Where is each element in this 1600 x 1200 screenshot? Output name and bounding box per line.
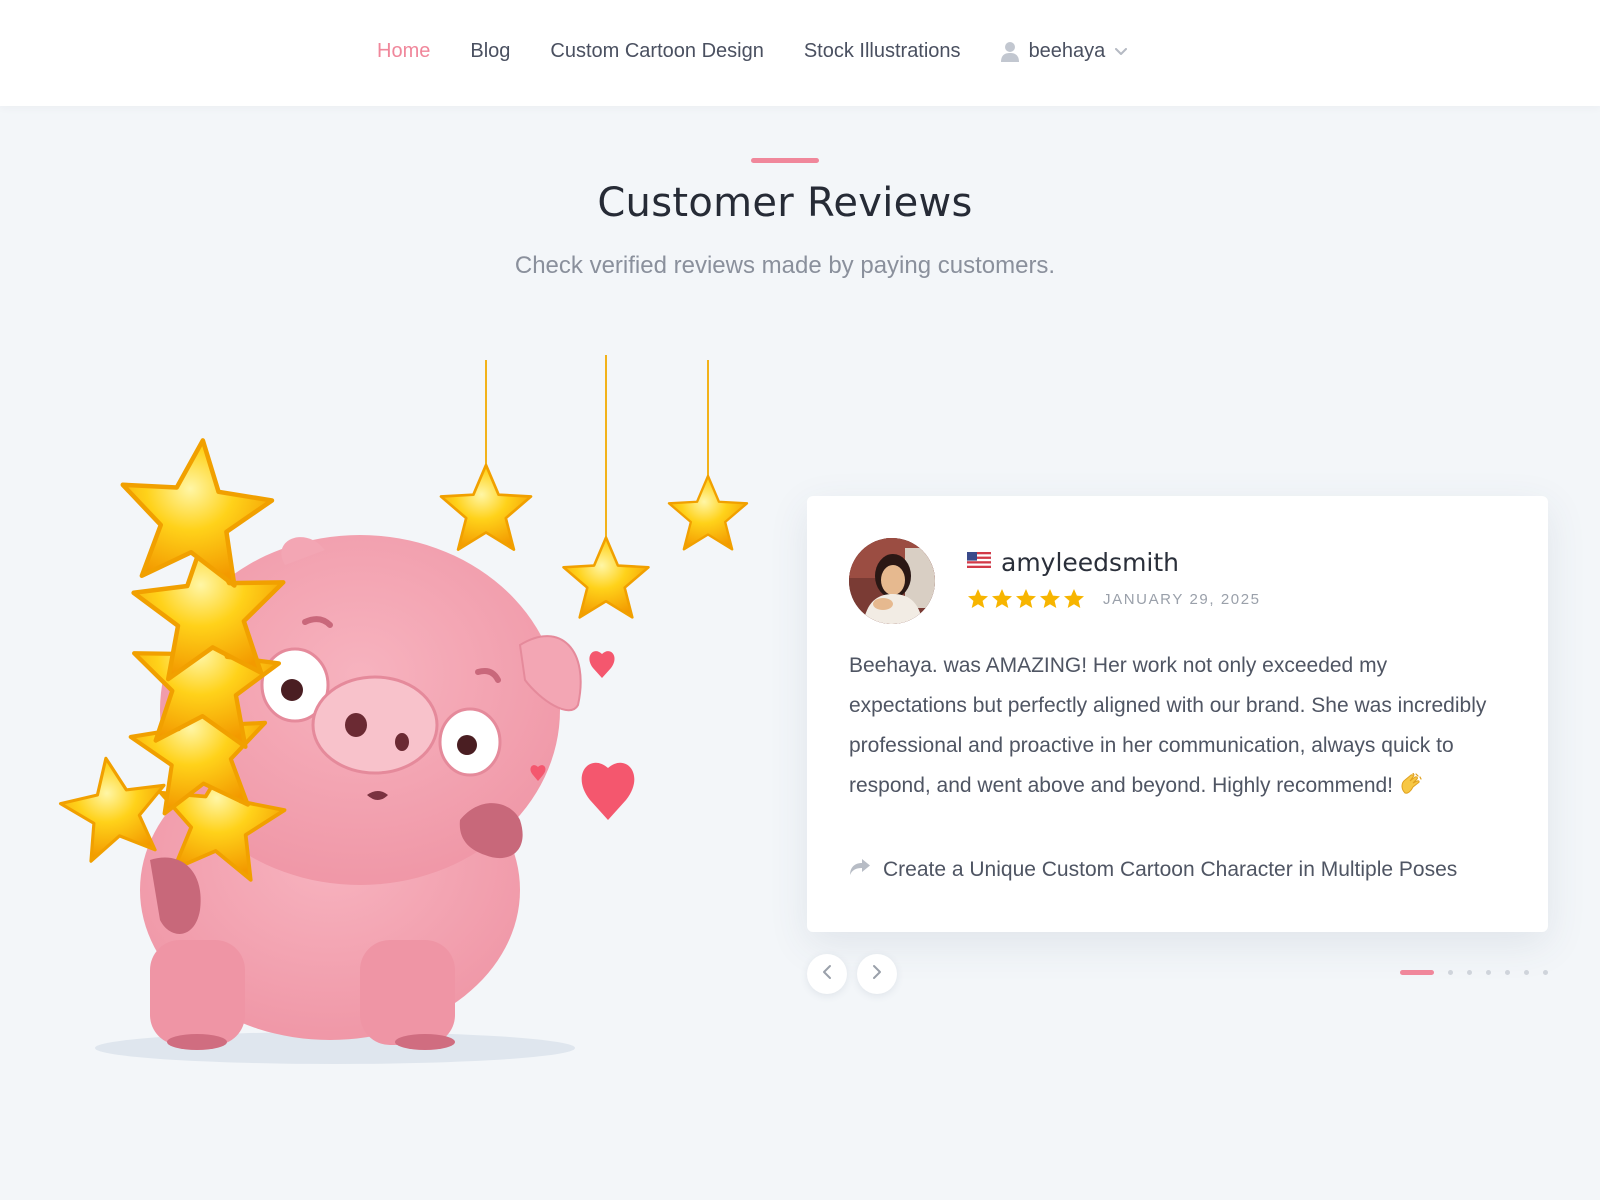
star-icon bbox=[968, 589, 988, 608]
nav-stock-illustrations-link[interactable]: Stock Illustrations bbox=[804, 40, 961, 63]
chevron-right-icon bbox=[872, 964, 882, 985]
main-menu: Home Blog Custom Cartoon Design Stock Il… bbox=[377, 40, 1128, 63]
carousel-dot[interactable] bbox=[1524, 970, 1529, 975]
section-accent-bar bbox=[751, 158, 819, 163]
carousel-dot[interactable] bbox=[1448, 970, 1453, 975]
reviewer-row: amyleedsmith bbox=[966, 548, 1179, 577]
review-body: Beehaya. was AMAZING! Her work not only … bbox=[849, 654, 1487, 797]
user-name: beehaya bbox=[1028, 40, 1106, 62]
star-icon bbox=[992, 589, 1012, 608]
top-navigation: Home Blog Custom Cartoon Design Stock Il… bbox=[0, 0, 1600, 106]
reviewed-product-title: Create a Unique Custom Cartoon Character… bbox=[883, 858, 1458, 881]
section-title: Customer Reviews bbox=[597, 180, 973, 226]
chevron-left-icon bbox=[822, 964, 832, 985]
review-text: Beehaya. was AMAZING! Her work not only … bbox=[849, 646, 1509, 806]
clapping-hands-icon bbox=[1399, 769, 1423, 794]
pig-illustration bbox=[30, 350, 770, 1070]
star-icon bbox=[1040, 589, 1060, 608]
reviewer-name[interactable]: amyleedsmith bbox=[1001, 548, 1179, 577]
user-icon bbox=[1000, 41, 1019, 63]
star-rating bbox=[967, 588, 1085, 610]
star-icon bbox=[1016, 589, 1036, 608]
carousel-dot[interactable] bbox=[1400, 970, 1434, 975]
star-icon bbox=[1064, 589, 1084, 608]
nav-custom-cartoon-design-link[interactable]: Custom Cartoon Design bbox=[550, 40, 763, 63]
carousel-dot[interactable] bbox=[1543, 970, 1548, 975]
section-subtitle: Check verified reviews made by paying cu… bbox=[514, 252, 1056, 279]
nav-home-link[interactable]: Home bbox=[377, 40, 430, 63]
carousel-dot[interactable] bbox=[1486, 970, 1491, 975]
review-date: JANUARY 29, 2025 bbox=[1103, 590, 1261, 608]
chevron-down-icon bbox=[1115, 47, 1128, 56]
carousel-prev-button[interactable] bbox=[807, 954, 847, 994]
share-arrow-icon bbox=[849, 858, 871, 882]
reviewer-avatar bbox=[849, 538, 935, 624]
user-menu[interactable]: beehaya bbox=[1000, 40, 1128, 63]
reviewed-product-link[interactable]: Create a Unique Custom Cartoon Character… bbox=[849, 858, 1457, 882]
carousel-pagination bbox=[1400, 970, 1548, 975]
us-flag-icon bbox=[966, 551, 992, 573]
nav-blog-link[interactable]: Blog bbox=[470, 40, 510, 63]
review-card: amyleedsmith JANUARY 29, 2025 Beehaya. w… bbox=[807, 496, 1548, 932]
carousel-dot[interactable] bbox=[1467, 970, 1472, 975]
rating-row: JANUARY 29, 2025 bbox=[967, 588, 1261, 610]
carousel-next-button[interactable] bbox=[857, 954, 897, 994]
carousel-dot[interactable] bbox=[1505, 970, 1510, 975]
